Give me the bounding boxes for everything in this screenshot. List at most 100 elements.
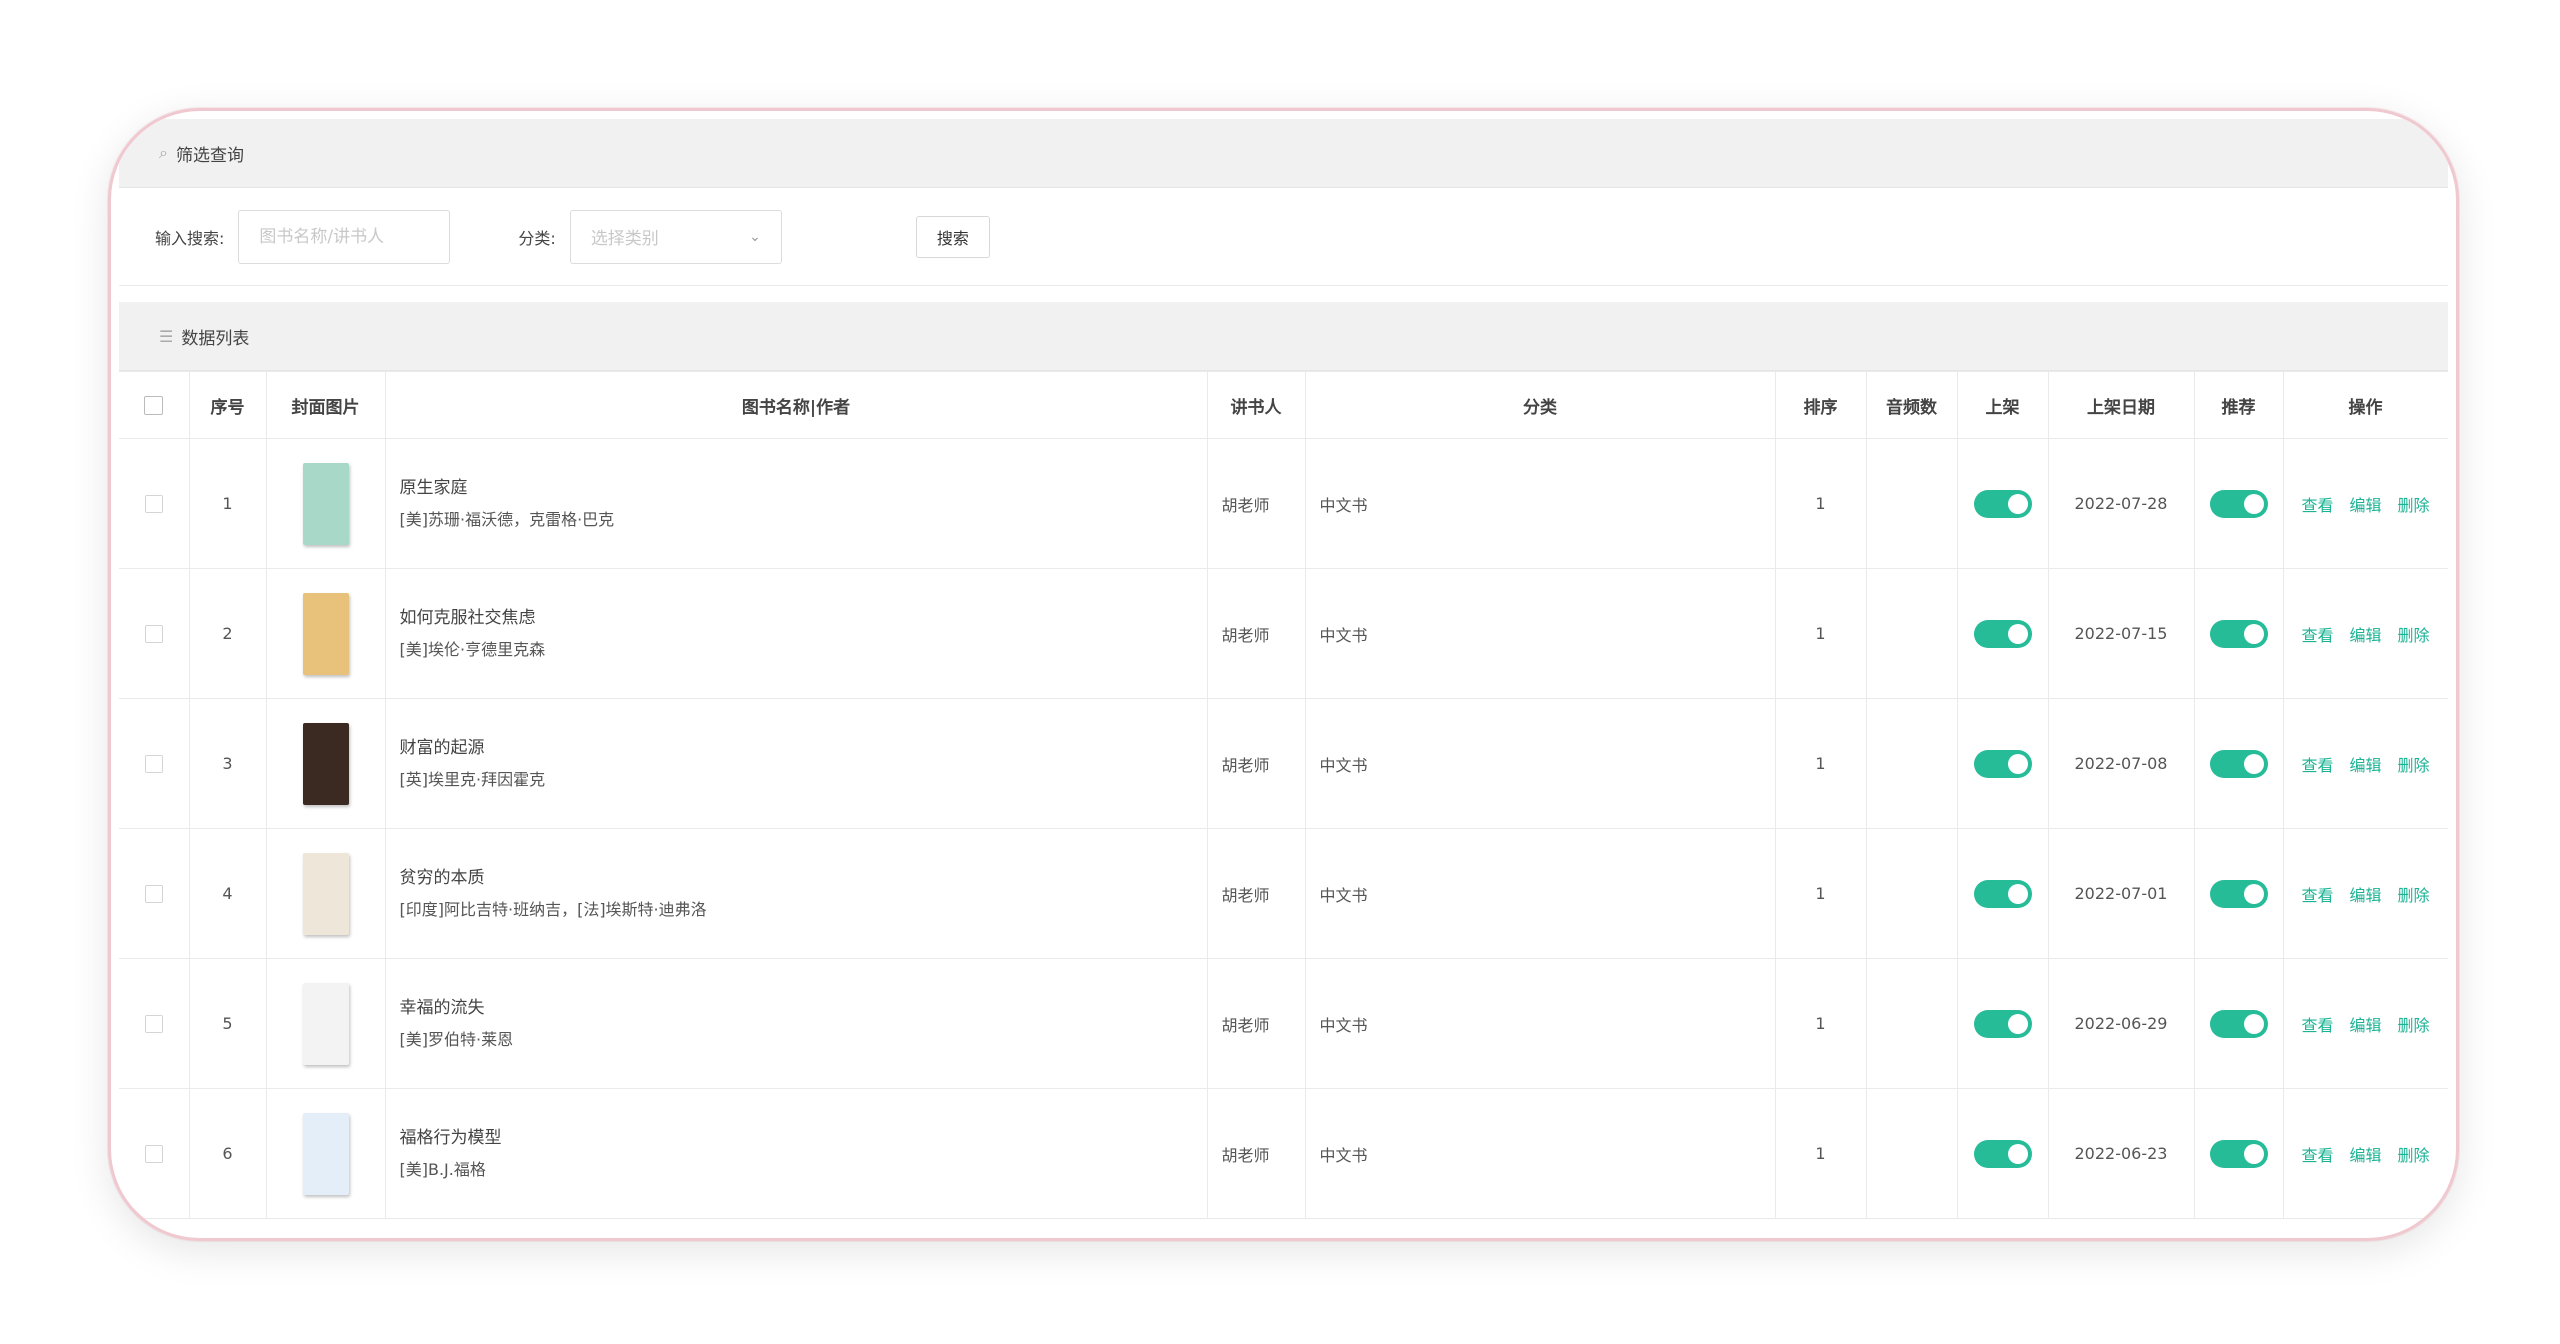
delete-link[interactable]: 删除 — [2398, 756, 2430, 775]
view-link[interactable]: 查看 — [2301, 1016, 2333, 1035]
edit-link[interactable]: 编辑 — [2349, 1016, 2381, 1035]
edit-link[interactable]: 编辑 — [2349, 756, 2381, 775]
book-cover-image — [302, 722, 349, 805]
on-shelf-toggle[interactable] — [1973, 1009, 2032, 1038]
delete-link[interactable]: 删除 — [2398, 1016, 2430, 1035]
book-author: [美]埃伦·亨德里克森 — [399, 639, 546, 659]
row-speaker: 胡老师 — [1206, 1088, 1306, 1219]
recommend-toggle[interactable] — [2209, 489, 2268, 518]
book-title: 如何克服社交焦虑 — [399, 607, 536, 628]
on-shelf-toggle[interactable] — [1973, 619, 2032, 648]
book-cover-image — [302, 852, 349, 935]
row-recommend-cell — [2193, 438, 2284, 569]
on-shelf-toggle[interactable] — [1973, 489, 2032, 518]
delete-link[interactable]: 删除 — [2398, 1146, 2430, 1165]
search-button[interactable]: 搜索 — [915, 215, 990, 258]
row-checkbox[interactable] — [144, 885, 163, 904]
book-cover-image — [302, 592, 349, 675]
on-shelf-toggle[interactable] — [1973, 879, 2032, 908]
table-row: 1 原生家庭 [美]苏珊·福沃德，克雷格·巴克 胡老师 中文书 1 2022-0… — [119, 438, 2448, 569]
edit-link[interactable]: 编辑 — [2349, 1146, 2381, 1165]
row-speaker: 胡老师 — [1206, 438, 1306, 569]
row-on-shelf-cell — [1956, 1088, 2049, 1219]
toggle-knob — [2243, 883, 2264, 904]
row-select-cell — [119, 438, 190, 569]
row-category: 中文书 — [1304, 1088, 1776, 1219]
header-recommend: 推荐 — [2193, 371, 2284, 439]
delete-link[interactable]: 删除 — [2398, 886, 2430, 905]
row-actions: 查看 编辑 删除 — [2282, 568, 2448, 699]
row-actions: 查看 编辑 删除 — [2282, 828, 2448, 959]
category-select[interactable]: 选择类别 ⌄ — [569, 209, 782, 264]
category-select-placeholder: 选择类别 — [590, 229, 659, 249]
recommend-toggle[interactable] — [2209, 879, 2268, 908]
recommend-toggle[interactable] — [2209, 1009, 2268, 1038]
row-sort: 1 — [1774, 958, 1867, 1089]
search-input[interactable] — [238, 209, 451, 264]
delete-link[interactable]: 删除 — [2398, 626, 2430, 645]
filter-section-title: 筛选查询 — [175, 145, 244, 166]
row-sort: 1 — [1774, 438, 1867, 569]
edit-link[interactable]: 编辑 — [2349, 886, 2381, 905]
recommend-toggle[interactable] — [2209, 749, 2268, 778]
table-row: 5 幸福的流失 [美]罗伯特·莱恩 胡老师 中文书 1 2022-06-29 查… — [119, 958, 2448, 1089]
row-cover-cell — [265, 828, 386, 959]
row-on-shelf-cell — [1956, 958, 2049, 1089]
header-index: 序号 — [188, 371, 267, 439]
row-checkbox[interactable] — [144, 495, 163, 514]
select-all-checkbox[interactable] — [144, 395, 164, 415]
delete-link[interactable]: 删除 — [2398, 496, 2430, 515]
toggle-knob — [2007, 753, 2028, 774]
book-author: [美]罗伯特·莱恩 — [399, 1029, 514, 1049]
book-title: 贫穷的本质 — [399, 867, 485, 888]
row-checkbox[interactable] — [144, 1015, 163, 1034]
row-name-cell: 原生家庭 [美]苏珊·福沃德，克雷格·巴克 — [384, 438, 1208, 569]
row-category: 中文书 — [1304, 828, 1776, 959]
content-area: ⌕ 筛选查询 输入搜索: 分类: 选择类别 ⌄ 搜索 ☰ 数据列表 — [119, 119, 2448, 1234]
toggle-knob — [2243, 753, 2264, 774]
view-link[interactable]: 查看 — [2301, 1146, 2333, 1165]
table-header-row: 序号 封面图片 图书名称|作者 讲书人 分类 排序 音频数 上架 上架日期 推荐… — [119, 371, 2448, 439]
on-shelf-toggle[interactable] — [1973, 749, 2032, 778]
row-speaker: 胡老师 — [1206, 958, 1306, 1089]
row-index: 3 — [188, 698, 267, 829]
row-actions: 查看 编辑 删除 — [2282, 698, 2448, 829]
row-sort: 1 — [1774, 568, 1867, 699]
view-link[interactable]: 查看 — [2301, 886, 2333, 905]
book-title: 财富的起源 — [399, 737, 485, 758]
row-audio-count — [1865, 828, 1958, 959]
on-shelf-toggle[interactable] — [1973, 1139, 2032, 1168]
row-checkbox[interactable] — [144, 625, 163, 644]
toggle-knob — [2243, 1013, 2264, 1034]
table-body: 1 原生家庭 [美]苏珊·福沃德，克雷格·巴克 胡老师 中文书 1 2022-0… — [119, 438, 2448, 1219]
row-cover-cell — [265, 958, 386, 1089]
view-link[interactable]: 查看 — [2301, 496, 2333, 515]
edit-link[interactable]: 编辑 — [2349, 626, 2381, 645]
row-recommend-cell — [2193, 1088, 2284, 1219]
window-frame: ⌕ 筛选查询 输入搜索: 分类: 选择类别 ⌄ 搜索 ☰ 数据列表 — [108, 108, 2459, 1241]
header-sort: 排序 — [1774, 371, 1867, 439]
row-on-shelf-cell — [1956, 698, 2049, 829]
select-all-cell — [119, 371, 190, 439]
row-shelf-date: 2022-07-01 — [2047, 828, 2195, 959]
row-category: 中文书 — [1304, 958, 1776, 1089]
view-link[interactable]: 查看 — [2301, 756, 2333, 775]
row-recommend-cell — [2193, 828, 2284, 959]
row-sort: 1 — [1774, 1088, 1867, 1219]
row-cover-cell — [265, 438, 386, 569]
edit-link[interactable]: 编辑 — [2349, 496, 2381, 515]
book-author: [英]埃里克·拜因霍克 — [399, 769, 546, 789]
row-speaker: 胡老师 — [1206, 698, 1306, 829]
row-index: 6 — [188, 1088, 267, 1219]
row-category: 中文书 — [1304, 568, 1776, 699]
row-actions: 查看 编辑 删除 — [2282, 438, 2448, 569]
row-category: 中文书 — [1304, 698, 1776, 829]
row-checkbox[interactable] — [144, 755, 163, 774]
recommend-toggle[interactable] — [2209, 619, 2268, 648]
header-on-shelf: 上架 — [1956, 371, 2049, 439]
header-actions: 操作 — [2282, 371, 2448, 439]
row-checkbox[interactable] — [144, 1145, 163, 1164]
toggle-knob — [2007, 883, 2028, 904]
recommend-toggle[interactable] — [2209, 1139, 2268, 1168]
view-link[interactable]: 查看 — [2301, 626, 2333, 645]
